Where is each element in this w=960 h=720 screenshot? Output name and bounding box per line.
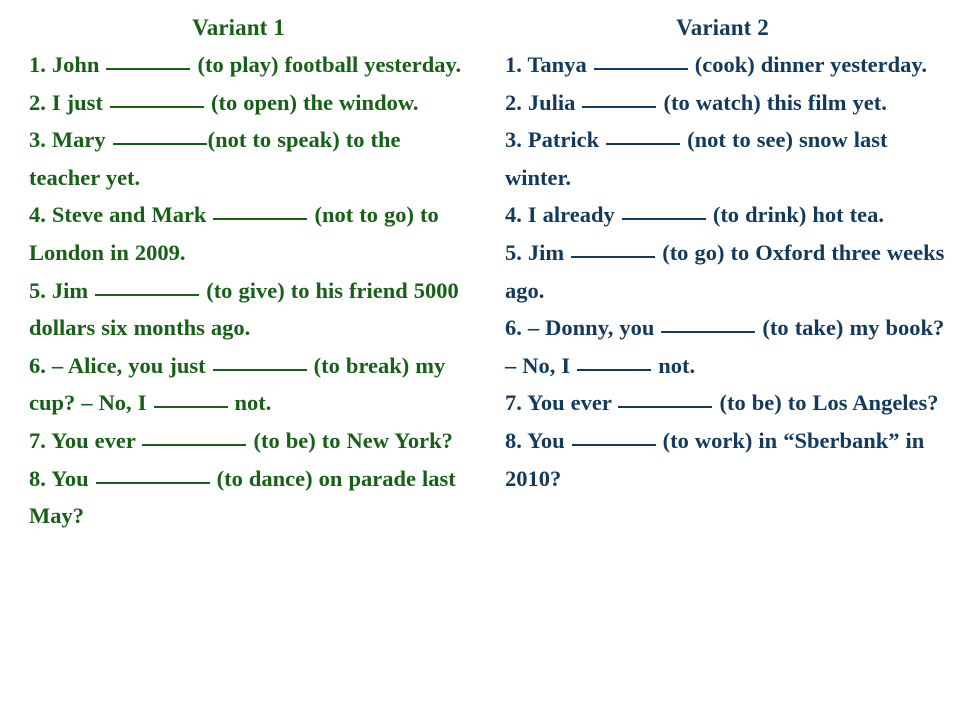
variant-1-column: Variant 1 1. John (to play) football yes…	[0, 10, 480, 720]
item-number: 6.	[29, 352, 46, 378]
item-text: (to play) football yesterday.	[191, 52, 462, 77]
fill-in-blank[interactable]	[571, 239, 656, 258]
exercise-item: 3. Mary (not to speak) to the teacher ye…	[29, 121, 472, 196]
exercise-item: 1. Tanya (cook) dinner yesterday.	[505, 46, 950, 84]
item-text: (to drink) hot tea.	[706, 202, 885, 228]
exercise-item: 5. Jim (to go) to Oxford three weeks ago…	[505, 234, 950, 309]
item-text: Jim	[45, 277, 95, 303]
exercise-item: 3. Patrick (not to see) snow last winter…	[505, 121, 950, 196]
item-number: 8.	[505, 427, 522, 453]
item-text: Tanya	[521, 52, 593, 77]
variant-1-heading: Variant 1	[192, 15, 285, 40]
exercise-item: 8. You (to dance) on parade last May?	[29, 460, 472, 535]
exercise-item: 1. John (to play) football yesterday.	[29, 46, 472, 84]
item-text: (to be) to Los Angeles?	[713, 390, 939, 416]
fill-in-blank[interactable]	[153, 389, 228, 409]
item-text: Steve and Mark	[45, 202, 213, 228]
exercise-item: 4. Steve and Mark (not to go) to London …	[29, 196, 472, 271]
exercise-item: 7. You ever (to be) to New York?	[29, 422, 472, 460]
fill-in-blank[interactable]	[621, 201, 706, 221]
item-number: 2.	[505, 89, 522, 115]
item-text: (cook) dinner yesterday.	[688, 52, 928, 77]
item-text: (to be) to New York?	[247, 427, 453, 453]
item-number: 1.	[505, 52, 522, 77]
worksheet-page: Variant 1 1. John (to play) football yes…	[0, 0, 960, 720]
item-number: 5.	[505, 239, 522, 265]
item-text: John	[45, 52, 106, 77]
item-text: not.	[652, 352, 696, 378]
fill-in-blank[interactable]	[661, 314, 756, 334]
exercise-item: 2. I just (to open) the window.	[29, 84, 472, 122]
item-number: 7.	[505, 390, 522, 416]
item-text: – Donny, you	[521, 315, 661, 341]
exercise-item: 4. I already (to drink) hot tea.	[505, 196, 950, 234]
fill-in-blank[interactable]	[577, 352, 652, 371]
exercise-item: 7. You ever (to be) to Los Angeles?	[505, 384, 950, 422]
fill-in-blank[interactable]	[593, 51, 688, 70]
item-number: 5.	[29, 277, 46, 303]
fill-in-blank[interactable]	[95, 277, 200, 296]
fill-in-blank[interactable]	[142, 427, 247, 446]
fill-in-blank[interactable]	[618, 389, 713, 409]
item-text: You ever	[521, 390, 618, 416]
item-number: 2.	[29, 89, 46, 115]
item-text: Julia	[521, 89, 582, 115]
item-number: 3.	[29, 127, 46, 153]
fill-in-blank[interactable]	[106, 51, 191, 70]
item-text: not.	[228, 390, 272, 416]
exercise-item: 2. Julia (to watch) this film yet.	[505, 84, 950, 122]
worksheet-columns: Variant 1 1. John (to play) football yes…	[0, 0, 960, 720]
exercise-item: 5. Jim (to give) to his friend 5000 doll…	[29, 272, 472, 347]
fill-in-blank[interactable]	[95, 465, 210, 484]
item-number: 8.	[29, 465, 46, 491]
item-text: You ever	[45, 427, 142, 453]
item-number: 1.	[29, 52, 46, 77]
item-text: Mary	[45, 127, 112, 153]
item-number: 6.	[505, 315, 522, 341]
fill-in-blank[interactable]	[571, 427, 656, 446]
item-number: 4.	[505, 202, 522, 228]
exercise-item: 6. – Donny, you (to take) my book? – No,…	[505, 309, 950, 384]
variant-2-column: Variant 2 1. Tanya (cook) dinner yesterd…	[480, 10, 960, 720]
item-number: 7.	[29, 427, 46, 453]
variant-1-item-list: 1. John (to play) football yesterday. 2. …	[29, 46, 472, 535]
fill-in-blank[interactable]	[109, 89, 204, 108]
item-text: – Alice, you just	[45, 352, 212, 378]
item-text: (to watch) this film yet.	[657, 89, 887, 115]
item-text: Jim	[521, 239, 571, 265]
exercise-item: 6. – Alice, you just (to break) my cup? …	[29, 347, 472, 422]
item-text: Patrick	[521, 127, 606, 153]
item-text: I already	[521, 202, 621, 228]
fill-in-blank[interactable]	[213, 201, 308, 221]
item-number: 4.	[29, 202, 46, 228]
variant-2-item-list: 1. Tanya (cook) dinner yesterday. 2. Juli…	[505, 46, 950, 497]
variant-2-heading: Variant 2	[676, 15, 769, 40]
fill-in-blank[interactable]	[606, 126, 681, 146]
item-text: (to open) the window.	[204, 89, 419, 115]
fill-in-blank[interactable]	[582, 89, 657, 108]
item-number: 3.	[505, 127, 522, 153]
item-text: You	[45, 465, 95, 491]
item-text: I just	[45, 89, 109, 115]
item-text: You	[521, 427, 571, 453]
exercise-item: 8. You (to work) in “Sberbank” in 2010?	[505, 422, 950, 497]
fill-in-blank[interactable]	[212, 352, 307, 371]
fill-in-blank[interactable]	[112, 126, 207, 146]
